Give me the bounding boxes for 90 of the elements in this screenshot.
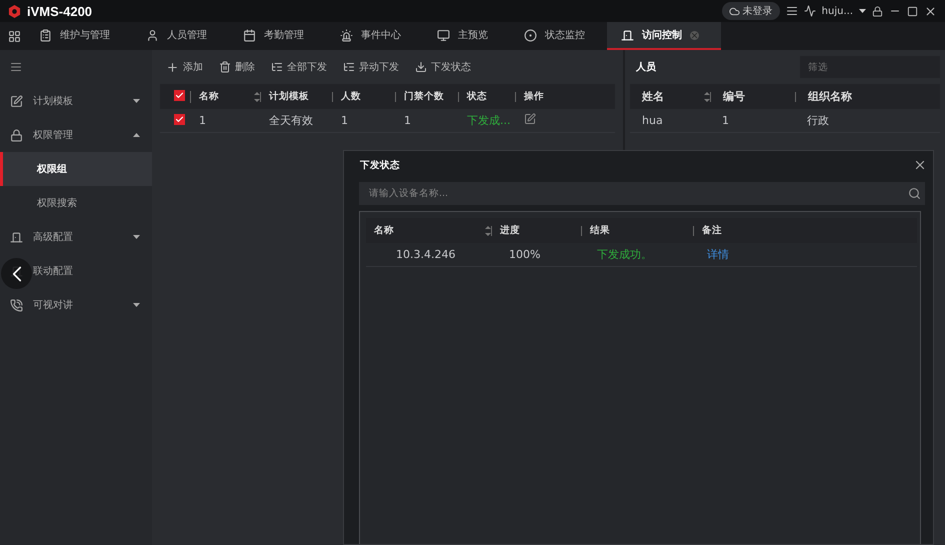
door-icon [10, 230, 23, 244]
sidebar-subitem[interactable]: 权限搜索 [0, 186, 152, 220]
grid-menu-icon[interactable] [8, 30, 21, 42]
module-tab[interactable]: 考勤管理 [229, 22, 326, 50]
download-icon [415, 61, 427, 73]
table-cell-text: 1 [721, 114, 730, 127]
menu-icon[interactable] [786, 5, 798, 17]
sidebar-item[interactable]: 可视对讲 [0, 288, 152, 322]
column-header[interactable]: 操作 [515, 92, 615, 102]
table-cell-text: 1 [403, 114, 412, 127]
toolbar-button[interactable]: 删除 [219, 60, 255, 74]
column-header[interactable]: 名称 [190, 90, 260, 102]
column-header[interactable]: 计划模板 [260, 92, 332, 102]
lock-icon[interactable] [872, 6, 883, 16]
table-cell-text: 100% [508, 248, 542, 261]
monitor-icon [437, 28, 450, 42]
sidebar-subitem[interactable]: 权限组 [0, 152, 152, 186]
sort-icon[interactable] [485, 224, 491, 236]
sidebar-item[interactable]: 权限管理 [0, 118, 152, 152]
alarm-light-icon [340, 28, 353, 42]
user-menu[interactable]: huju... [822, 6, 853, 16]
calendar-icon [243, 28, 256, 42]
sidebar-item[interactable]: 计划模板 [0, 84, 152, 118]
plus-icon [166, 60, 179, 74]
app-title: iVMS-4200 [27, 4, 92, 18]
dial-icon [524, 28, 537, 42]
column-header[interactable]: 备注 [693, 226, 917, 236]
caret-icon [133, 303, 140, 307]
edit-icon [10, 94, 23, 108]
panel-title: 人员 [636, 60, 656, 74]
sort-icon[interactable] [254, 90, 260, 102]
table-cell-text: hua [641, 114, 664, 127]
person-icon [146, 28, 159, 42]
search-field[interactable]: 请输入设备名称... [359, 182, 925, 205]
maximize-icon[interactable] [907, 6, 918, 16]
search-icon[interactable] [908, 187, 921, 200]
row-checkbox[interactable] [174, 114, 185, 125]
column-header[interactable]: 进度 [491, 226, 581, 236]
chart-icon[interactable] [804, 5, 816, 17]
panel-icon [39, 28, 52, 42]
sidebar-item[interactable]: 高级配置 [0, 220, 152, 254]
list-icon [343, 61, 355, 73]
caret-icon [133, 133, 140, 137]
trash-icon [219, 61, 231, 73]
door-icon [621, 28, 634, 42]
details-link[interactable]: 详情 [707, 248, 729, 261]
column-header[interactable]: 姓名 [630, 90, 710, 102]
filter-field[interactable]: 筛选 [800, 56, 940, 78]
table-cell-text: 1 [198, 114, 207, 127]
module-tab[interactable]: 事件中心 [326, 22, 423, 50]
toolbar-button[interactable]: 全部下发 [271, 60, 327, 74]
toolbar-button[interactable]: 异动下发 [343, 60, 399, 74]
cloud-login-button[interactable]: 未登录 [722, 2, 780, 20]
sort-icon[interactable] [704, 90, 710, 102]
search-input[interactable]: 请输入设备名称... [367, 187, 908, 200]
edit-icon[interactable] [524, 113, 536, 125]
list-icon [271, 61, 283, 73]
caret-icon[interactable] [859, 9, 866, 13]
table-cell-text: 10.3.4.246 [395, 248, 456, 261]
column-header[interactable]: 名称 [366, 224, 491, 236]
close-icon[interactable] [924, 4, 937, 18]
column-header[interactable]: 结果 [581, 226, 693, 236]
module-tab[interactable]: 主预览 [423, 22, 510, 50]
column-header[interactable]: 编号 [710, 92, 795, 102]
select-all-checkbox[interactable] [174, 90, 185, 101]
intercom-icon [10, 298, 23, 312]
table-cell-text: 行政 [806, 113, 830, 128]
lock-icon [10, 128, 23, 142]
logo-icon [8, 4, 21, 18]
close-icon [913, 158, 927, 172]
table-cell-text: 1 [340, 114, 349, 127]
dialog-title: 下发状态 [360, 158, 400, 172]
column-header[interactable]: 状态 [458, 92, 515, 102]
caret-icon [133, 235, 140, 239]
cloud-icon [728, 6, 740, 16]
module-tab[interactable]: 人员管理 [132, 22, 229, 50]
toolbar-button[interactable]: 添加 [166, 60, 203, 74]
result-cell-text: 下发成功。 [596, 247, 653, 262]
module-tab[interactable]: 状态监控 [510, 22, 607, 50]
menu-icon[interactable] [10, 61, 22, 73]
column-header[interactable]: 人数 [332, 92, 395, 102]
toolbar-button[interactable]: 下发状态 [415, 60, 471, 74]
module-tab[interactable]: 访问控制 [607, 22, 721, 50]
caret-icon [133, 99, 140, 103]
close-button[interactable] [913, 158, 927, 172]
table-cell-text: 全天有效 [268, 113, 314, 128]
status-cell-text: 下发成... [466, 113, 512, 128]
module-tab[interactable]: 维护与管理 [25, 22, 132, 50]
column-header[interactable]: 组织名称 [795, 92, 940, 102]
column-header[interactable]: 门禁个数 [395, 92, 458, 102]
